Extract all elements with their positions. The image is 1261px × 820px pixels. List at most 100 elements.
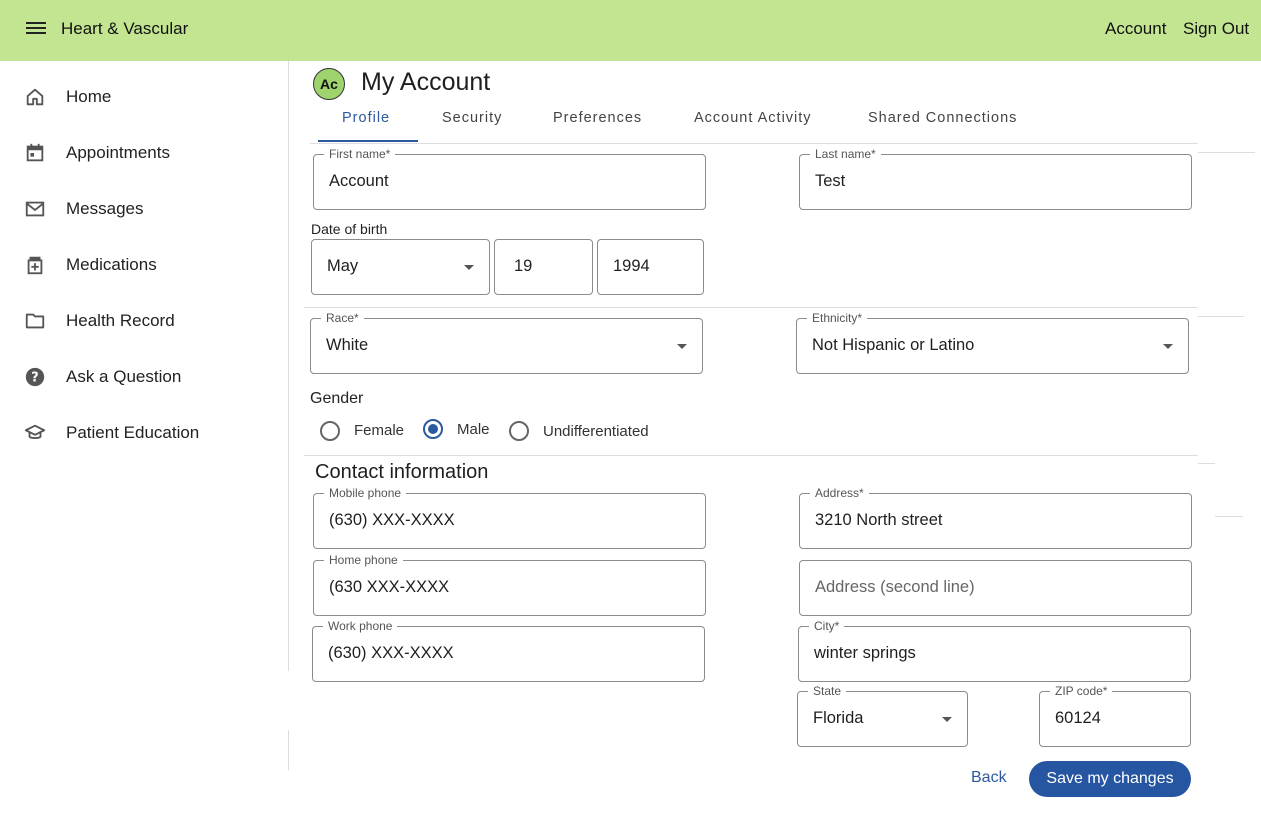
sidebar-item-medications[interactable]: Medications: [24, 245, 274, 285]
tab-shared-connections[interactable]: Shared Connections: [868, 110, 1017, 126]
zip-code-field[interactable]: ZIP code* 60124: [1039, 684, 1191, 747]
ethnicity-value: Not Hispanic or Latino: [812, 336, 975, 354]
zip-code-label: ZIP code*: [1050, 684, 1113, 698]
app-title: Heart & Vascular: [61, 19, 189, 38]
contact-info-title: Contact information: [315, 461, 489, 483]
sidebar-item-label: Messages: [66, 199, 144, 218]
state-value: Florida: [813, 709, 864, 727]
address-field[interactable]: Address* 3210 North street: [799, 486, 1192, 549]
home-icon: [24, 85, 52, 109]
tab-security[interactable]: Security: [442, 110, 502, 126]
sidebar: Home Appointments Messages Medications H…: [0, 61, 288, 820]
gender-male-label: Male: [457, 421, 490, 438]
work-phone-label: Work phone: [323, 619, 398, 633]
dob-day-value: 19: [514, 257, 533, 275]
dob-month-value: May: [327, 257, 359, 275]
sidebar-item-label: Health Record: [66, 311, 175, 330]
ethnicity-select[interactable]: Ethnicity* Not Hispanic or Latino: [796, 311, 1189, 374]
page-title: My Account: [361, 68, 491, 96]
dob-month-select[interactable]: May: [311, 239, 490, 295]
mail-icon: [24, 197, 52, 221]
chevron-down-icon: [464, 265, 474, 270]
city-field[interactable]: City* winter springs: [798, 619, 1191, 682]
sidebar-item-health-record[interactable]: Health Record: [24, 301, 274, 341]
gender-label: Gender: [310, 390, 364, 407]
race-select[interactable]: Race* White: [310, 311, 703, 374]
dob-label: Date of birth: [311, 221, 388, 237]
gender-undifferentiated-label: Undifferentiated: [543, 423, 649, 440]
mobile-phone-field[interactable]: Mobile phone (630) XXX-XXXX: [313, 486, 706, 549]
work-phone-field[interactable]: Work phone (630) XXX-XXXX: [312, 619, 705, 682]
last-name-value: Test: [815, 172, 846, 190]
home-phone-label: Home phone: [324, 553, 403, 567]
divider: [1198, 316, 1244, 317]
race-label: Race*: [321, 311, 364, 325]
last-name-field[interactable]: Last name* Test: [799, 147, 1192, 210]
address-value: 3210 North street: [815, 511, 943, 529]
address-label: Address*: [810, 486, 869, 500]
tab-preferences[interactable]: Preferences: [553, 110, 642, 126]
chevron-down-icon: [1163, 344, 1173, 349]
divider: [1198, 152, 1255, 153]
divider: [304, 455, 1198, 456]
sidebar-item-messages[interactable]: Messages: [24, 189, 274, 229]
divider: [1215, 516, 1243, 517]
sidebar-item-label: Medications: [66, 255, 157, 274]
tab-account-activity[interactable]: Account Activity: [694, 110, 812, 126]
work-phone-value: (630) XXX-XXXX: [328, 644, 454, 662]
medication-icon: [24, 253, 52, 277]
address-second-line-field[interactable]: Address (second line): [799, 560, 1192, 616]
back-link[interactable]: Back: [971, 769, 1007, 787]
sidebar-item-patient-education[interactable]: Patient Education: [24, 413, 274, 453]
mobile-phone-value: (630) XXX-XXXX: [329, 511, 455, 529]
sidebar-item-label: Appointments: [66, 143, 170, 162]
dob-year-value: 1994: [613, 257, 650, 275]
state-label: State: [808, 684, 847, 698]
gender-female-label: Female: [354, 422, 405, 439]
divider: [304, 307, 1198, 308]
dob-year-field[interactable]: 1994: [597, 239, 704, 295]
divider: [1198, 463, 1215, 464]
sidebar-item-label: Patient Education: [66, 423, 200, 442]
first-name-field[interactable]: First name* Account: [313, 147, 706, 210]
sidebar-divider: [288, 61, 289, 671]
address-second-line-placeholder: Address (second line): [815, 578, 975, 596]
chevron-down-icon: [677, 344, 687, 349]
folder-icon: [24, 309, 52, 333]
menu-icon[interactable]: [26, 20, 46, 40]
zip-code-value: 60124: [1055, 709, 1101, 727]
home-phone-value: (630 XXX-XXXX: [329, 578, 450, 596]
ethnicity-label: Ethnicity*: [807, 311, 868, 325]
state-select[interactable]: State Florida: [797, 684, 968, 747]
sidebar-item-appointments[interactable]: Appointments: [24, 133, 274, 173]
sidebar-item-label: Ask a Question: [66, 367, 182, 386]
city-value: winter springs: [814, 644, 916, 662]
top-bar: Heart & Vascular Account Sign Out: [0, 0, 1261, 61]
help-icon: ?: [24, 365, 52, 389]
sign-out-link[interactable]: Sign Out: [1183, 19, 1249, 39]
avatar: Ac: [313, 68, 345, 100]
race-value: White: [326, 336, 369, 354]
school-icon: [24, 421, 52, 445]
gender-female-radio[interactable]: [320, 421, 340, 441]
sidebar-item-ask-a-question[interactable]: ? Ask a Question: [24, 357, 274, 397]
gender-male-radio[interactable]: [423, 419, 443, 439]
tabs-divider: [310, 143, 1198, 144]
calendar-icon: [24, 141, 52, 165]
gender-undifferentiated-radio[interactable]: [509, 421, 529, 441]
last-name-label: Last name*: [810, 147, 881, 161]
first-name-label: First name*: [324, 147, 396, 161]
save-changes-button[interactable]: Save my changes: [1029, 761, 1191, 797]
tab-profile[interactable]: Profile: [342, 110, 390, 126]
first-name-value: Account: [329, 172, 389, 190]
home-phone-field[interactable]: Home phone (630 XXX-XXXX: [313, 553, 706, 616]
sidebar-item-label: Home: [66, 87, 112, 106]
chevron-down-icon: [942, 717, 952, 722]
mobile-phone-label: Mobile phone: [324, 486, 407, 500]
active-tab-indicator: [318, 140, 418, 142]
account-link[interactable]: Account: [1105, 19, 1166, 39]
dob-day-field[interactable]: 19: [494, 239, 593, 295]
sidebar-divider: [288, 730, 289, 770]
sidebar-item-home[interactable]: Home: [24, 77, 274, 117]
city-label: City*: [809, 619, 845, 633]
